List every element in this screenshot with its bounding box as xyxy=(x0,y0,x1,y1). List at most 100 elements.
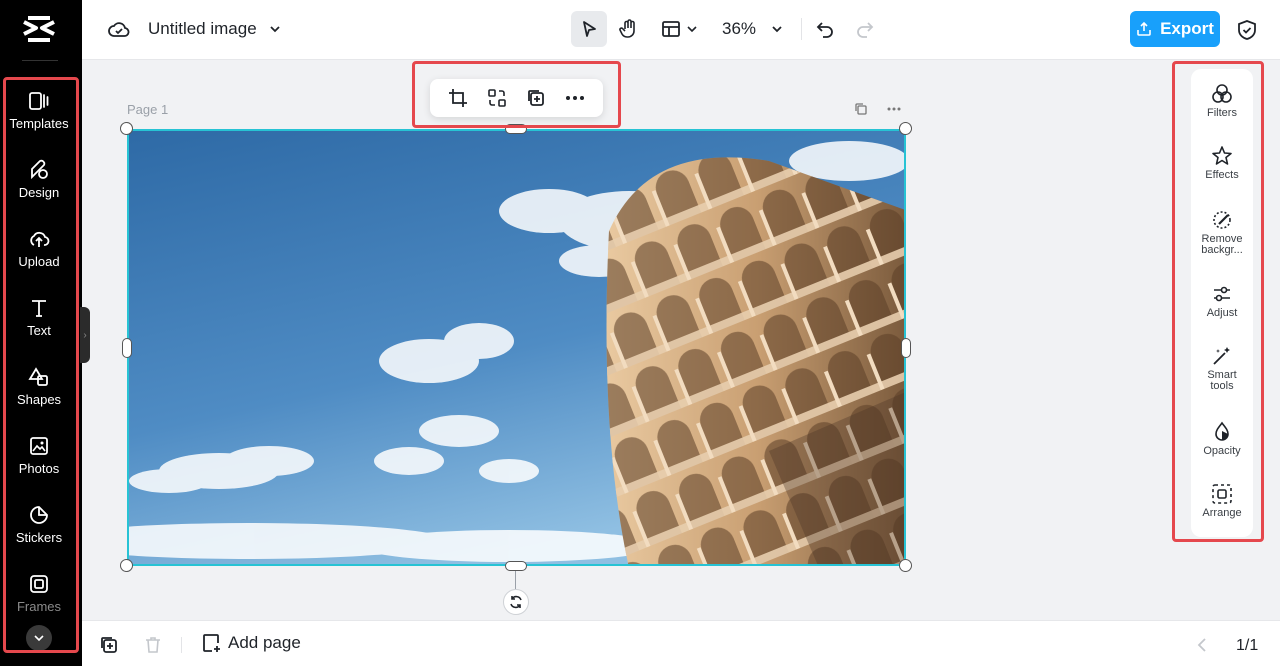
nav-label: Stickers xyxy=(15,530,63,545)
left-sidebar: Templates Design Upload Text Shapes Phot… xyxy=(0,0,82,666)
nav-label: Text xyxy=(27,323,51,338)
delete-page-button[interactable] xyxy=(142,634,164,656)
copy-icon xyxy=(855,103,867,115)
nav-label: Shapes xyxy=(16,392,62,407)
rotate-connector xyxy=(515,571,516,589)
undo-icon xyxy=(816,22,833,38)
sidebar-collapse-handle[interactable]: › xyxy=(80,307,90,363)
layout-chevron-down-icon[interactable] xyxy=(684,20,700,38)
logo-divider xyxy=(22,60,58,61)
panel-item-filters[interactable]: Filters xyxy=(1191,83,1253,119)
export-icon xyxy=(1137,21,1151,36)
nav-label: Frames xyxy=(16,599,62,614)
stickers-icon xyxy=(30,506,48,524)
redo-icon xyxy=(857,22,874,38)
hand-tool-button[interactable] xyxy=(614,12,644,46)
bottom-divider xyxy=(181,637,182,653)
resize-handle-bottom-right[interactable] xyxy=(899,559,912,572)
nav-item-design[interactable]: Design xyxy=(0,159,78,221)
panel-label: Opacity xyxy=(1203,445,1241,457)
cursor-icon xyxy=(583,21,596,37)
replace-icon xyxy=(488,89,506,107)
page-indicator: 1/1 xyxy=(1236,637,1259,654)
panel-item-arrange[interactable]: Arrange xyxy=(1191,483,1253,519)
capcut-logo-icon[interactable] xyxy=(22,14,56,44)
photos-icon xyxy=(30,437,48,455)
nav-item-text[interactable]: Text xyxy=(0,297,78,359)
canvas-image[interactable] xyxy=(127,129,906,566)
nav-item-templates[interactable]: Templates xyxy=(0,90,78,152)
design-icon xyxy=(31,159,48,180)
resize-handle-right[interactable] xyxy=(901,338,911,358)
upload-icon xyxy=(30,231,50,247)
leaning-tower-photo xyxy=(129,131,904,564)
chevron-down-icon xyxy=(34,635,44,642)
replace-button[interactable] xyxy=(484,85,510,111)
more-icon xyxy=(887,107,901,111)
panel-label: Smart tools xyxy=(1207,369,1237,392)
panel-label: Remove backgr... xyxy=(1201,233,1243,256)
layout-icon xyxy=(662,21,680,37)
panel-item-adjust[interactable]: Adjust xyxy=(1191,283,1253,319)
resize-handle-bottom[interactable] xyxy=(505,561,527,571)
export-button[interactable]: Export xyxy=(1130,11,1220,47)
effects-icon xyxy=(1212,146,1232,165)
export-label: Export xyxy=(1160,19,1214,38)
resize-handle-top-left[interactable] xyxy=(120,122,133,135)
panel-item-smart-tools[interactable]: Smart tools xyxy=(1191,345,1253,392)
image-context-toolbar xyxy=(430,79,603,117)
zoom-level[interactable]: 36% xyxy=(722,19,756,39)
nav-label: Upload xyxy=(18,254,60,269)
resize-handle-top-right[interactable] xyxy=(899,122,912,135)
filters-icon xyxy=(1212,84,1232,103)
select-tool-button[interactable] xyxy=(571,11,607,47)
nav-label: Templates xyxy=(9,116,69,131)
nav-item-stickers[interactable]: Stickers xyxy=(0,504,78,566)
smart-tools-icon xyxy=(1213,347,1230,365)
page-label: Page 1 xyxy=(127,102,169,117)
panel-item-effects[interactable]: Effects xyxy=(1191,145,1253,181)
shield-button[interactable] xyxy=(1234,17,1260,43)
duplicate-page-icon xyxy=(101,637,117,653)
page-duplicate-button[interactable] xyxy=(852,100,870,118)
bottom-bar: Add page 1/1 xyxy=(82,620,1280,666)
nav-item-photos[interactable]: Photos xyxy=(0,435,78,497)
zoom-chevron-down-icon[interactable] xyxy=(768,20,786,38)
add-page-button[interactable]: Add page xyxy=(202,633,301,653)
chevron-left-icon xyxy=(1197,638,1206,652)
panel-label: Adjust xyxy=(1206,307,1238,319)
redo-button[interactable] xyxy=(853,17,877,41)
resize-handle-left[interactable] xyxy=(122,338,132,358)
nav-expand-button[interactable] xyxy=(26,625,52,651)
page-more-button[interactable] xyxy=(884,100,904,118)
cloud-save-icon[interactable] xyxy=(106,17,132,43)
previous-page-button[interactable] xyxy=(1194,636,1210,654)
undo-button[interactable] xyxy=(813,17,837,41)
adjust-icon xyxy=(1214,286,1230,302)
resize-handle-top[interactable] xyxy=(505,124,527,134)
shield-icon xyxy=(1238,20,1256,40)
document-title[interactable]: Untitled image xyxy=(148,19,257,39)
more-options-button[interactable] xyxy=(562,85,588,111)
panel-label: Effects xyxy=(1205,169,1239,181)
duplicate-button[interactable] xyxy=(523,85,549,111)
title-chevron-down-icon[interactable] xyxy=(266,20,284,38)
panel-item-remove-background[interactable]: Remove backgr... xyxy=(1191,209,1253,256)
templates-icon xyxy=(29,92,49,110)
toolbar-divider xyxy=(801,18,802,40)
duplicate-page-button[interactable] xyxy=(98,634,120,656)
nav-item-upload[interactable]: Upload xyxy=(0,228,78,290)
add-page-label: Add page xyxy=(228,633,301,652)
layout-button[interactable] xyxy=(659,16,683,42)
add-page-icon xyxy=(203,634,220,652)
right-tools-panel: Filters Effects Remove backgr... Adjust … xyxy=(1191,69,1253,537)
panel-item-opacity[interactable]: Opacity xyxy=(1191,421,1253,457)
panel-label: Filters xyxy=(1207,107,1237,119)
arrange-icon xyxy=(1212,484,1232,504)
resize-handle-bottom-left[interactable] xyxy=(120,559,133,572)
crop-button[interactable] xyxy=(445,85,471,111)
nav-item-shapes[interactable]: Shapes xyxy=(0,366,78,428)
rotate-handle[interactable] xyxy=(503,589,529,615)
nav-label: Design xyxy=(18,185,60,200)
crop-icon xyxy=(448,89,467,107)
